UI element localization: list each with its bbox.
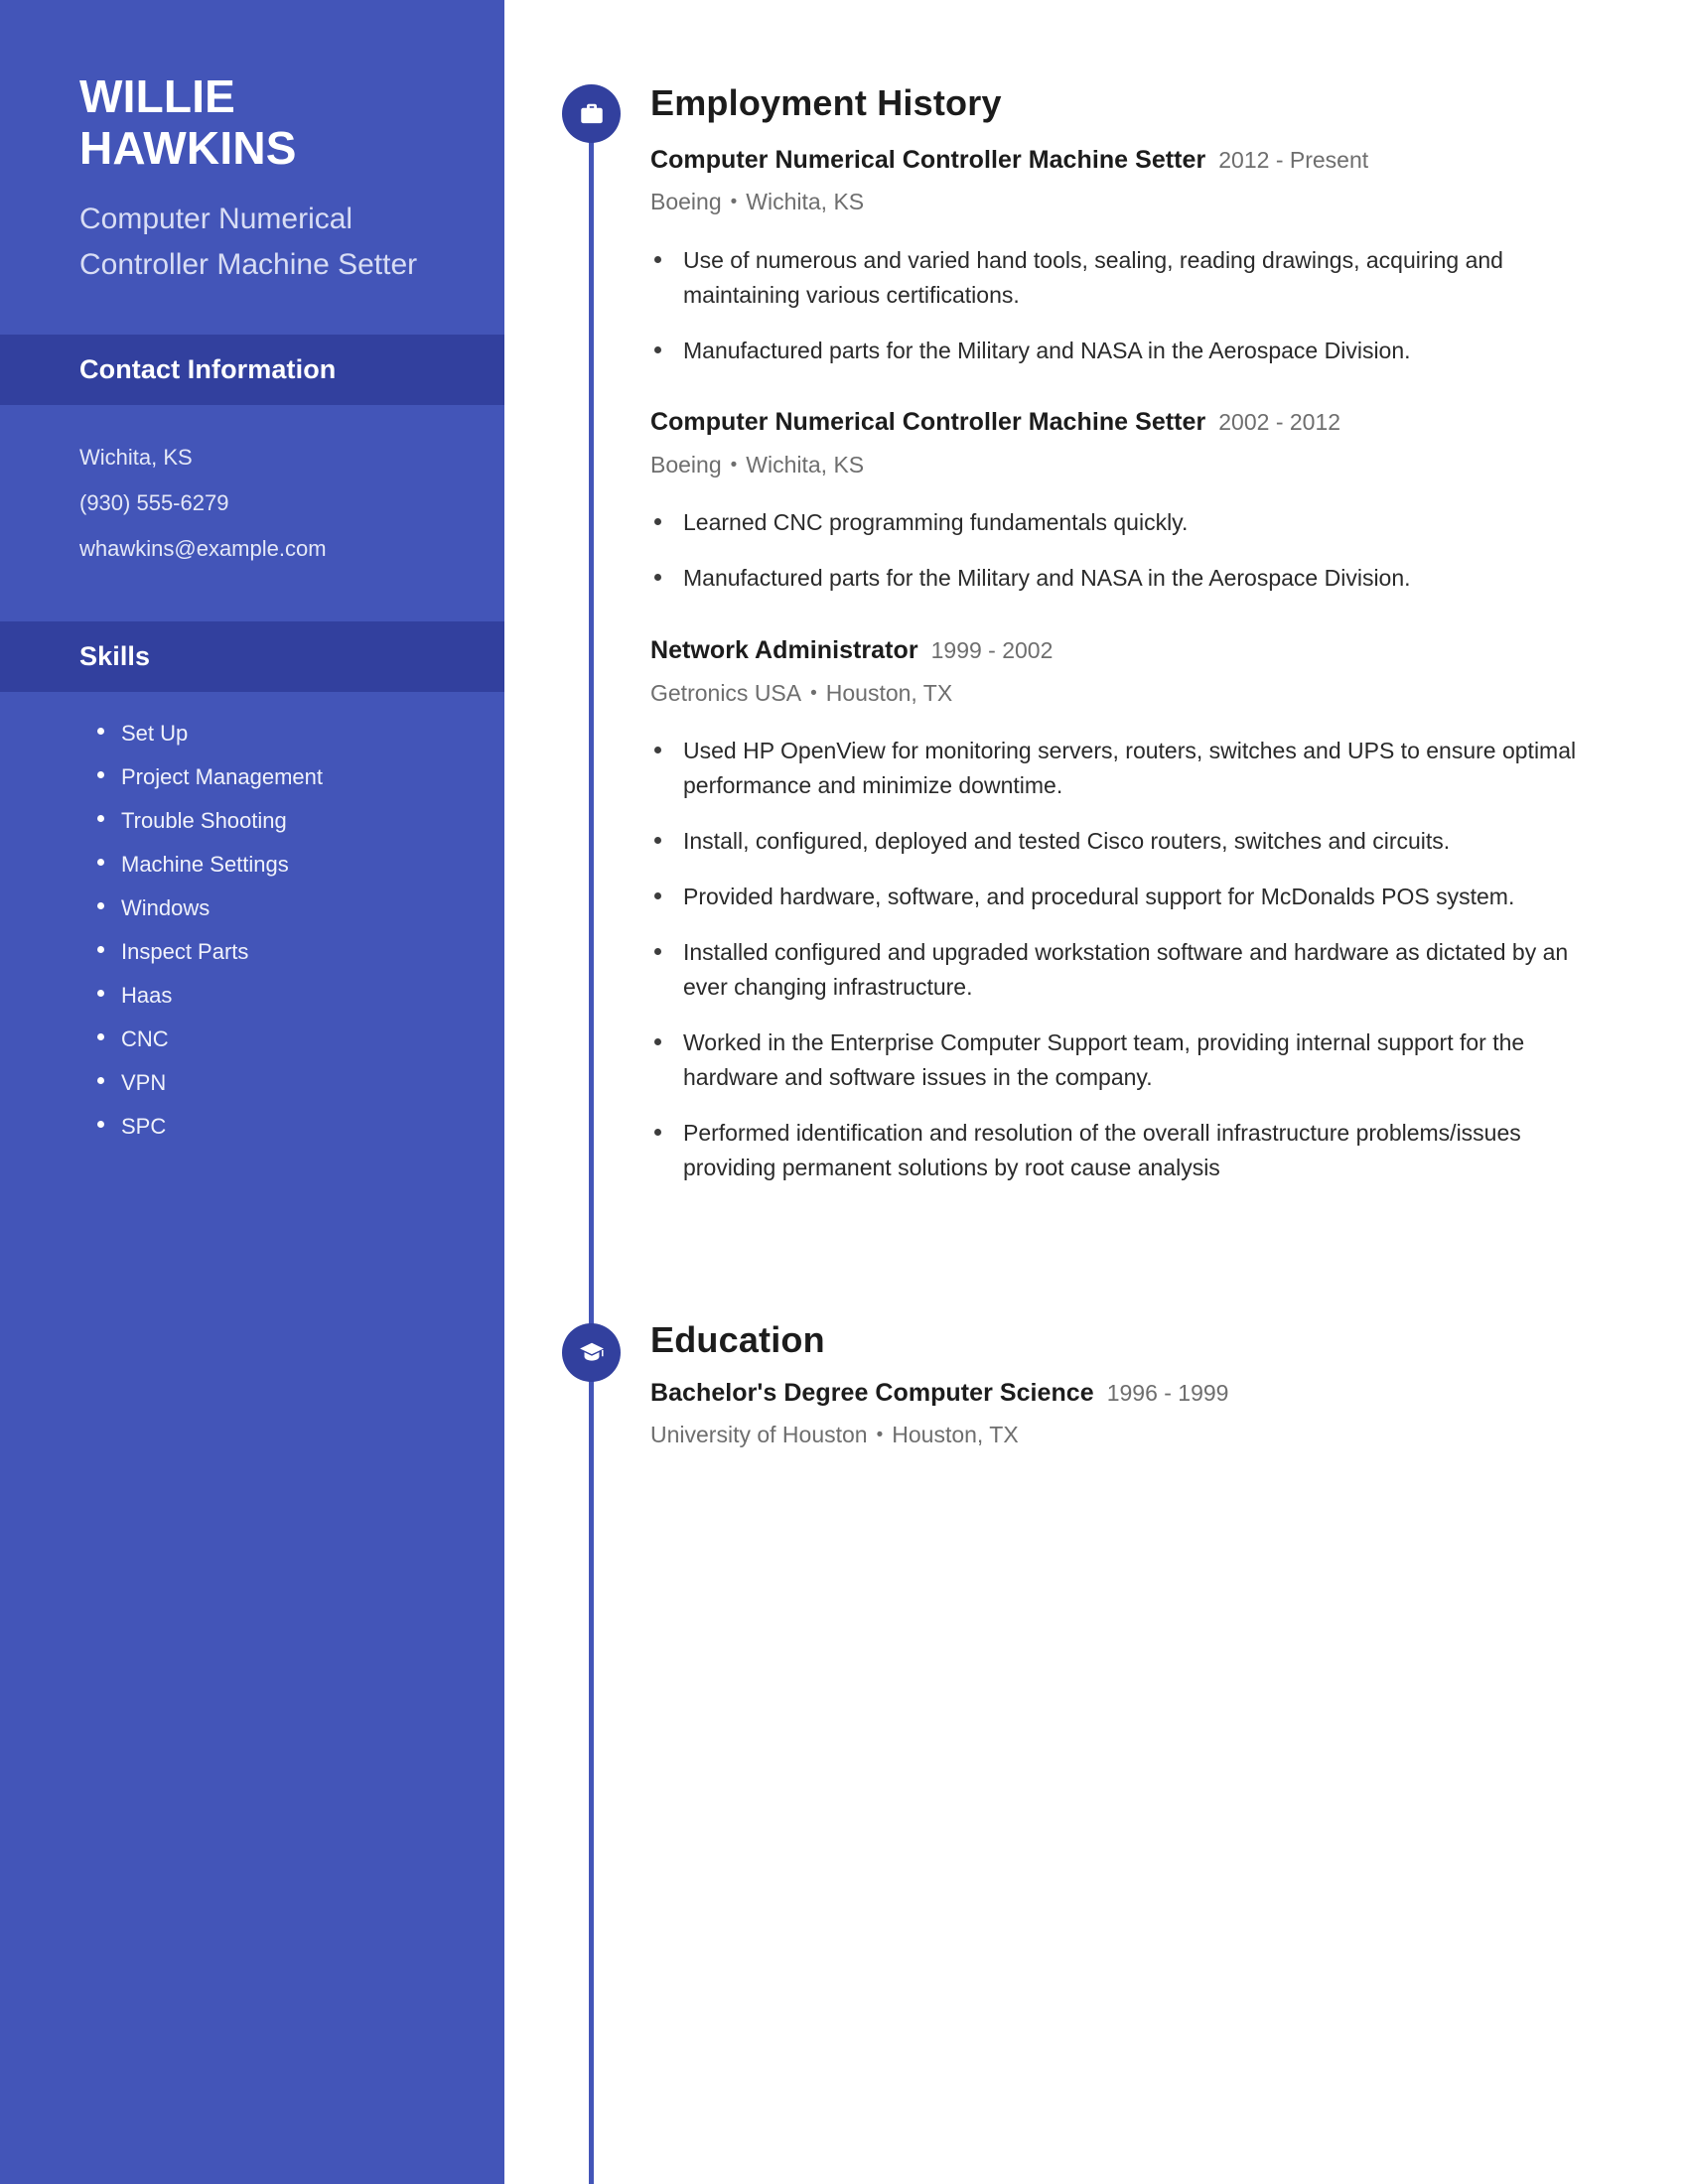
sidebar: WILLIE HAWKINS Computer Numerical Contro…: [0, 0, 504, 2184]
entry-meta: Boeing • Wichita, KS: [650, 451, 1643, 479]
section-heading: Education: [650, 1319, 825, 1360]
meta-separator: •: [810, 682, 817, 704]
entry-headline: Network Administrator 1999 - 2002: [650, 635, 1643, 666]
briefcase-icon: [562, 84, 621, 143]
entry-meta: Boeing • Wichita, KS: [650, 188, 1643, 216]
entry-bullets: Use of numerous and varied hand tools, s…: [650, 243, 1643, 368]
sidebar-section-heading-skills: Skills: [0, 621, 504, 693]
identity-block: WILLIE HAWKINS Computer Numerical Contro…: [0, 0, 504, 287]
list-item: VPN: [95, 1061, 465, 1105]
contact-list: Wichita, KS (930) 555-6279 whawkins@exam…: [0, 405, 504, 602]
contact-phone[interactable]: (930) 555-6279: [79, 480, 445, 526]
bullet-item: Performed identification and resolution …: [650, 1116, 1604, 1185]
entry-bullets: Learned CNC programming fundamentals qui…: [650, 505, 1643, 596]
employment-entry: Network Administrator 1999 - 2002 Getron…: [650, 635, 1643, 1185]
first-name: WILLIE: [79, 70, 236, 122]
bullet-item: Use of numerous and varied hand tools, s…: [650, 243, 1604, 313]
list-item: CNC: [95, 1018, 465, 1061]
employment-entry: Computer Numerical Controller Machine Se…: [650, 407, 1643, 596]
entry-school: University of Houston: [650, 1421, 868, 1447]
entry-location: Houston, TX: [892, 1421, 1019, 1447]
meta-separator: •: [730, 454, 738, 476]
last-name: HAWKINS: [79, 121, 297, 174]
bullet-item: Used HP OpenView for monitoring servers,…: [650, 734, 1604, 803]
page-title: WILLIE HAWKINS: [79, 70, 433, 175]
entry-headline: Bachelor's Degree Computer Science 1996 …: [650, 1378, 1643, 1409]
skills-list: Set Up Project Management Trouble Shooti…: [0, 692, 504, 1188]
meta-separator: •: [876, 1424, 884, 1445]
entry-meta: Getronics USA • Houston, TX: [650, 679, 1643, 708]
bullet-item: Learned CNC programming fundamentals qui…: [650, 505, 1604, 540]
bullet-item: Installed configured and upgraded workst…: [650, 935, 1604, 1005]
sidebar-section-heading-contact: Contact Information: [0, 335, 504, 406]
bullet-item: Manufactured parts for the Military and …: [650, 561, 1604, 596]
bullet-item: Worked in the Enterprise Computer Suppor…: [650, 1025, 1604, 1095]
entry-company: Boeing: [650, 188, 722, 214]
section-heading: Employment History: [650, 82, 1002, 123]
education-entry: Bachelor's Degree Computer Science 1996 …: [650, 1378, 1643, 1449]
list-item: Windows: [95, 887, 465, 930]
entry-role: Computer Numerical Controller Machine Se…: [650, 145, 1206, 174]
entry-location: Houston, TX: [825, 679, 953, 706]
bullet-item: Manufactured parts for the Military and …: [650, 334, 1604, 368]
entry-headline: Computer Numerical Controller Machine Se…: [650, 407, 1643, 438]
list-item: Machine Settings: [95, 843, 465, 887]
graduation-cap-icon: [562, 1323, 621, 1382]
bullet-item: Install, configured, deployed and tested…: [650, 824, 1604, 859]
entry-dates: 2012 - Present: [1218, 146, 1369, 173]
list-item: SPC: [95, 1105, 465, 1149]
headline-job-title: Computer Numerical Controller Machine Se…: [79, 202, 418, 281]
contact-email[interactable]: whawkins@example.com: [79, 526, 445, 572]
list-item: Haas: [95, 974, 465, 1018]
entry-dates: 1996 - 1999: [1106, 1379, 1229, 1406]
entry-role: Computer Numerical Controller Machine Se…: [650, 408, 1206, 437]
list-item: Set Up: [95, 712, 465, 755]
list-item: Inspect Parts: [95, 930, 465, 974]
entry-role: Network Administrator: [650, 636, 918, 665]
entry-location: Wichita, KS: [746, 451, 865, 478]
entry-location: Wichita, KS: [746, 188, 865, 214]
meta-separator: •: [730, 191, 738, 212]
timeline-rail: [589, 94, 594, 2184]
entry-headline: Computer Numerical Controller Machine Se…: [650, 145, 1643, 176]
entry-meta: University of Houston • Houston, TX: [650, 1421, 1643, 1449]
entry-dates: 1999 - 2002: [930, 637, 1054, 664]
section-employment-history: Employment History Computer Numerical Co…: [650, 83, 1643, 1185]
employment-entry: Computer Numerical Controller Machine Se…: [650, 145, 1643, 368]
contact-location: Wichita, KS: [79, 445, 193, 471]
list-item: Project Management: [95, 755, 465, 799]
list-item: Trouble Shooting: [95, 799, 465, 843]
entry-company: Getronics USA: [650, 679, 802, 706]
entry-degree: Bachelor's Degree Computer Science: [650, 1378, 1094, 1407]
entry-company: Boeing: [650, 451, 722, 478]
section-education: Education Bachelor's Degree Computer Sci…: [650, 1320, 1643, 1449]
entry-bullets: Used HP OpenView for monitoring servers,…: [650, 734, 1643, 1185]
bullet-item: Provided hardware, software, and procedu…: [650, 880, 1604, 914]
entry-dates: 2002 - 2012: [1218, 409, 1341, 436]
